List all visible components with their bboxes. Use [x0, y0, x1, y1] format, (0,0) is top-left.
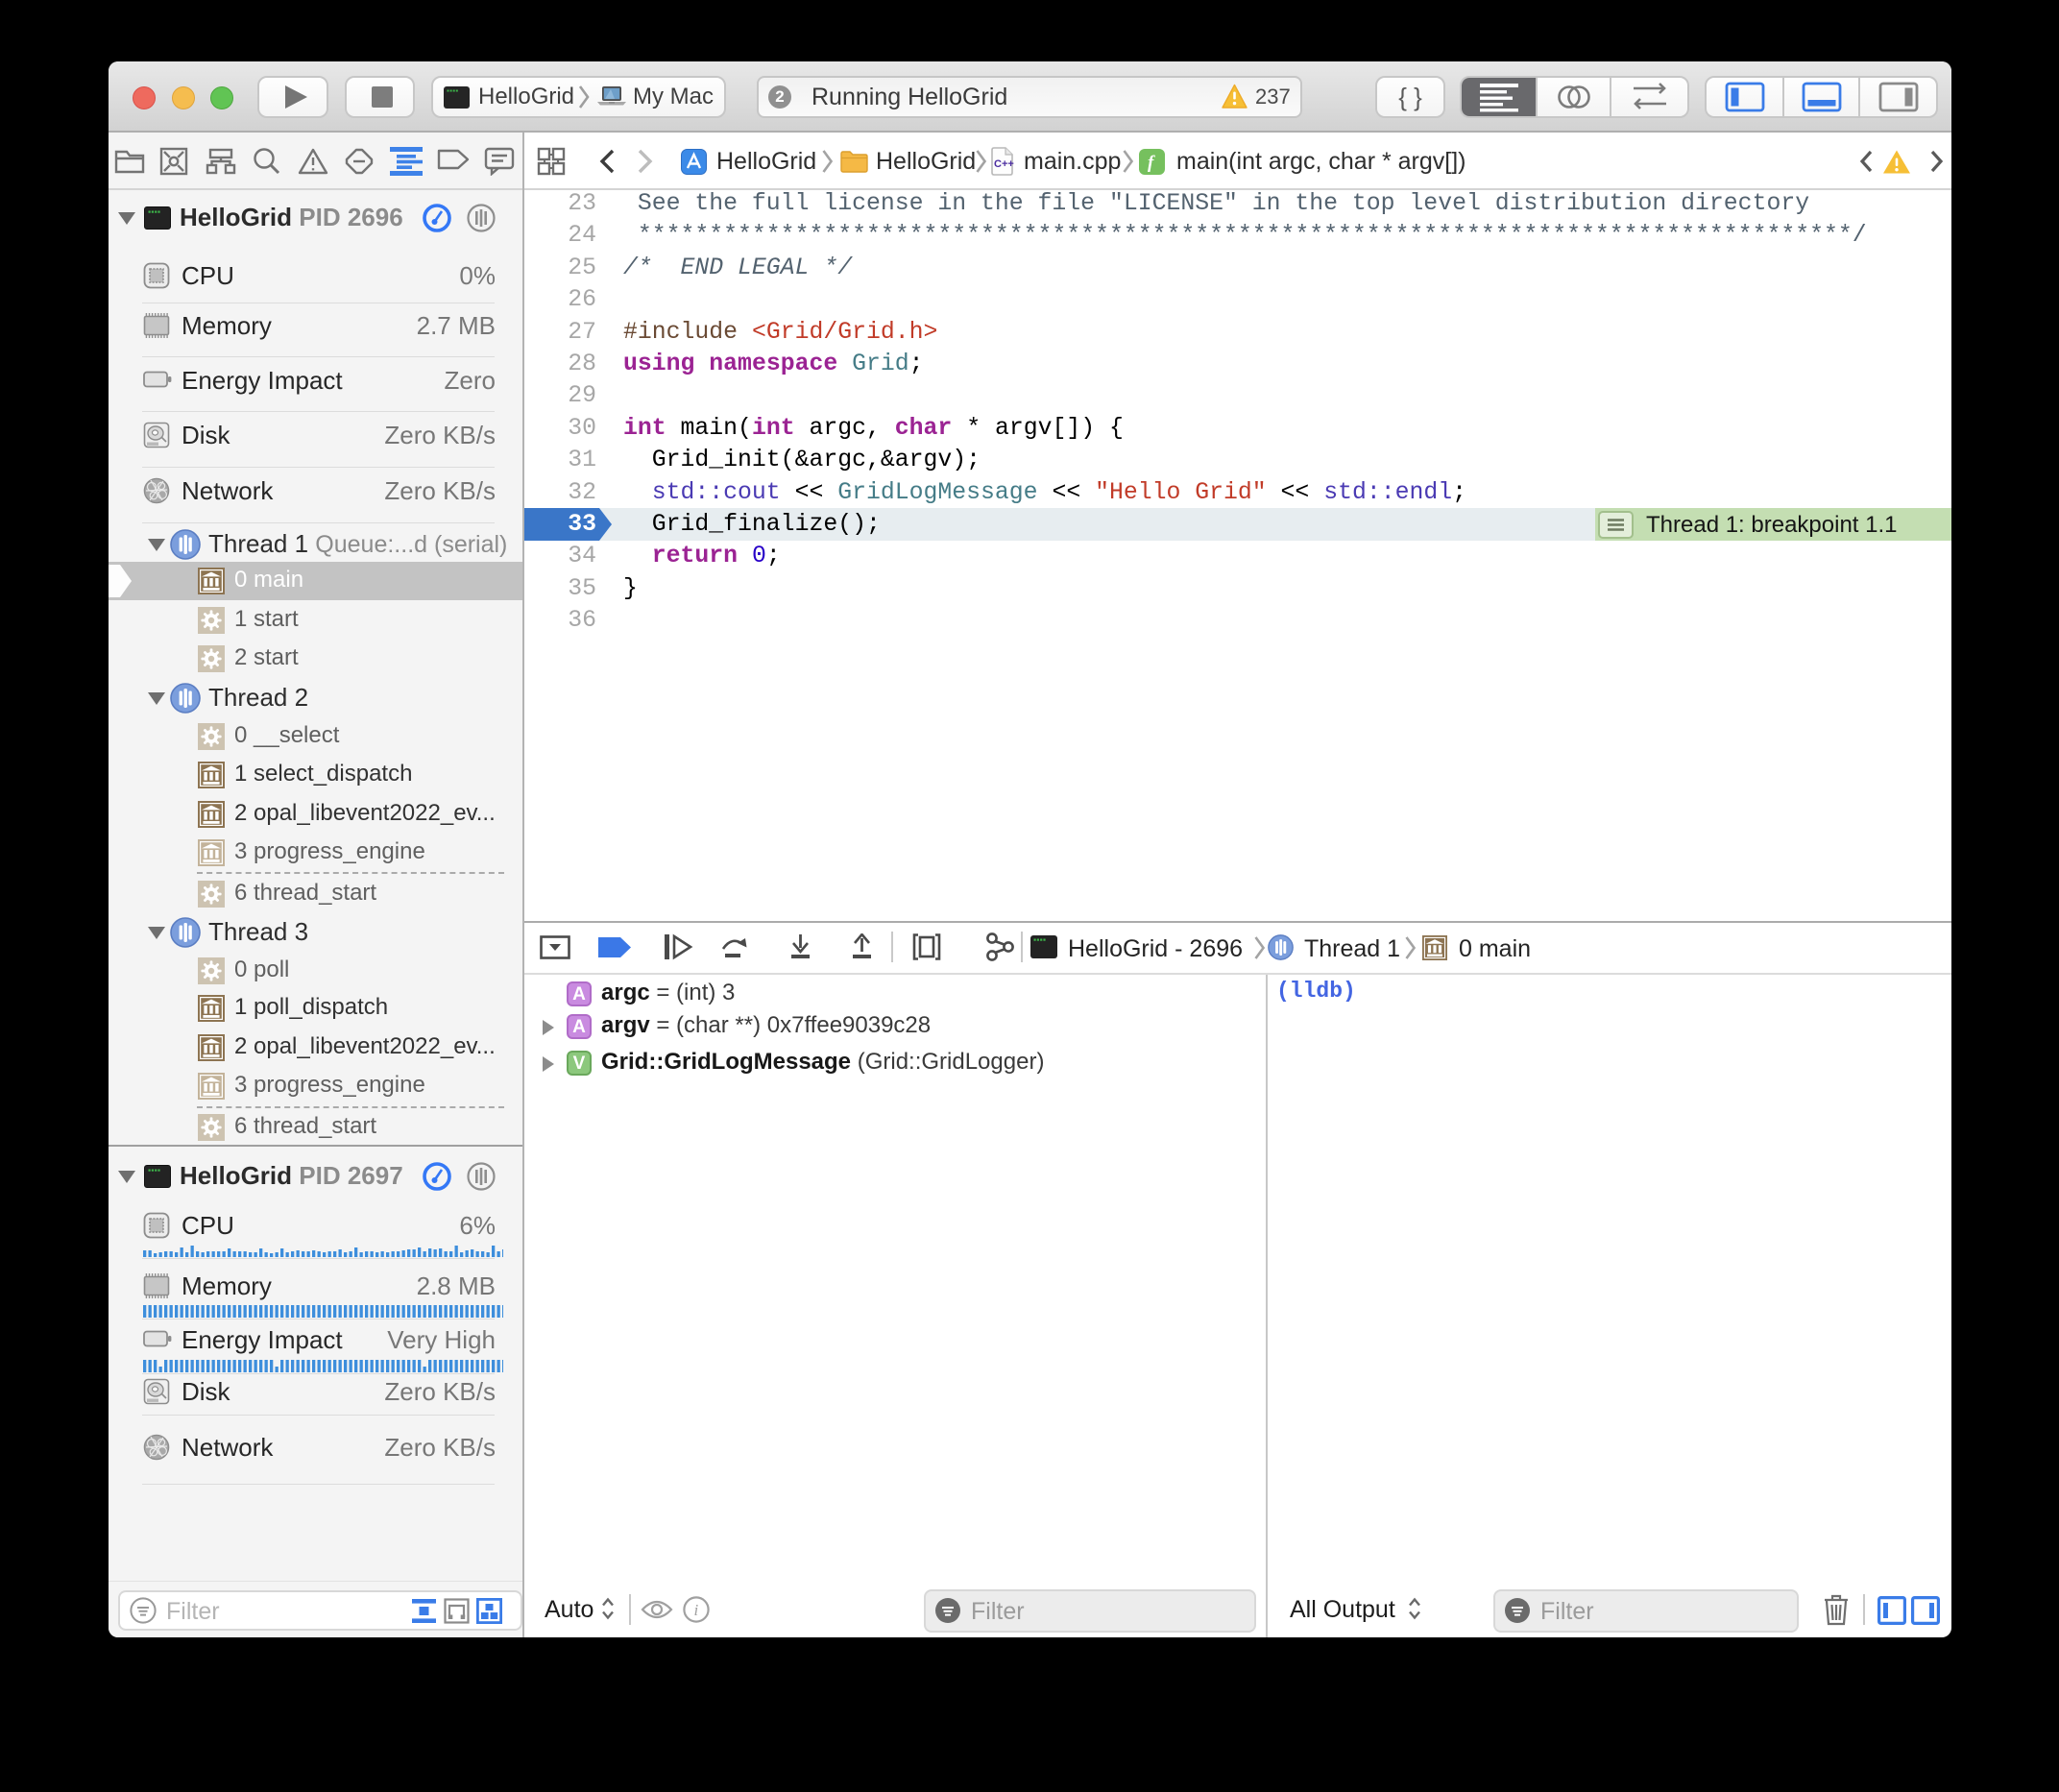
svg-text:C++: C++: [994, 158, 1014, 170]
svg-text:i: i: [694, 1601, 699, 1619]
